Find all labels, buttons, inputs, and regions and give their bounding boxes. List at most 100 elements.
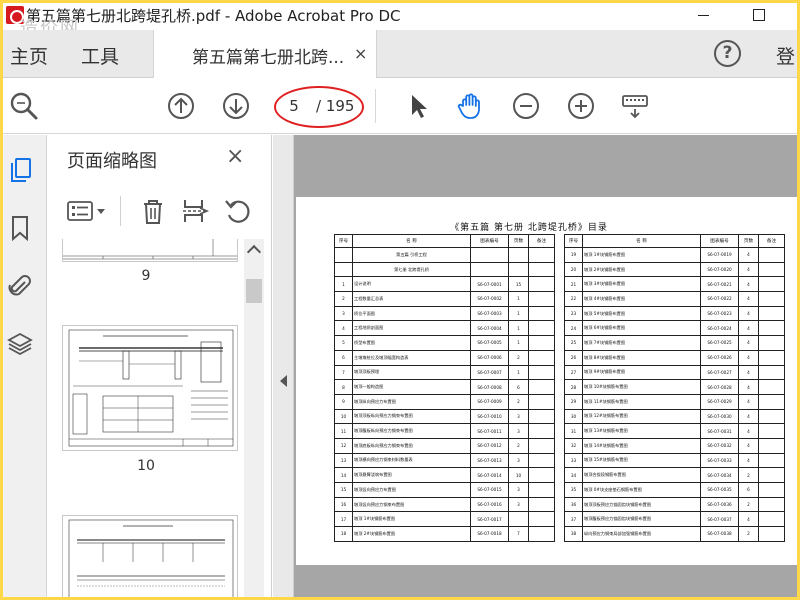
table-row: 31 墩顶 13#块钢筋布置图 S6-07-0031 4 (564, 423, 785, 439)
table-row: 33 墩顶 15#块钢筋布置图 S6-07-0033 4 (564, 452, 785, 469)
table-cell: S6-07-0004 (470, 320, 509, 337)
table-cell: 墩顶竖向预应力布置图 (352, 482, 471, 498)
table-cell (758, 305, 785, 322)
table-cell: S6-07-0010 (470, 408, 509, 425)
page-thumbnails-panel: 页面缩略图 × 9 10 (48, 135, 272, 600)
table-cell: 工程数量汇总表 (352, 291, 471, 307)
table-cell: 1 (508, 320, 529, 337)
table-cell (528, 379, 555, 395)
table-row: 34 墩顶合拢段钢筋布置图 S6-07-0034 2 (564, 467, 785, 483)
table-row: 37 墩顶腹板预应力锚固齿块钢筋布置图 S6-07-0037 4 (564, 511, 785, 528)
panel-collapse-strip[interactable] (273, 135, 294, 600)
table-cell (758, 423, 785, 439)
tools-menu[interactable]: 工具 (81, 42, 119, 69)
column-header: 名 称 (352, 234, 471, 248)
table-cell (528, 437, 555, 454)
delete-page-icon[interactable] (138, 196, 168, 226)
table-row: 13 墩顶横向预应力钢束材料数量表 S6-07-0013 3 (334, 452, 555, 469)
column-header: 序号 (564, 234, 583, 248)
minimize-button[interactable] (688, 4, 718, 26)
table-cell: 32 (564, 437, 583, 454)
table-cell: S6-07-0017 (470, 511, 509, 528)
zoom-search-icon[interactable] (9, 91, 39, 121)
table-row: 8 墩顶一般构造图 S6-07-0008 6 (334, 379, 555, 395)
layers-icon[interactable] (7, 331, 33, 357)
table-cell: 墩顶腹板纵向预应力钢束布置图 (352, 423, 471, 439)
table-cell (758, 320, 785, 337)
table-cell (334, 247, 353, 263)
table-cell: 墩顶 11#块钢筋布置图 (582, 393, 701, 410)
table-cell: 28 (564, 379, 583, 395)
table-cell: 2 (738, 467, 759, 483)
table-row: 19 墩顶 1#块钢筋布置图 S6-07-0019 4 (564, 247, 785, 263)
table-header-row: 序号名 称图表编号 页数 备注 (334, 234, 555, 248)
table-cell: S6-07-0006 (470, 349, 509, 366)
thumbnail-options-icon[interactable] (66, 196, 110, 226)
table-row: 16 墩顶竖向预应力钢束布置图 S6-07-0016 3 (334, 496, 555, 513)
table-cell (528, 467, 555, 483)
table-cell: 墩顶 13#块钢筋布置图 (582, 423, 701, 439)
table-cell: 墩顶顶板预埋 (352, 364, 471, 381)
table-cell: 21 (564, 276, 583, 293)
table-cell: S6-07-0003 (470, 305, 509, 322)
scroll-up-icon[interactable] (246, 244, 262, 260)
zoom-out-icon[interactable] (511, 91, 541, 121)
table-cell: 4 (738, 437, 759, 454)
table-cell: S6-07-0036 (700, 496, 739, 513)
page-thumbnails-icon[interactable] (7, 157, 33, 183)
thumbnail-drawing (63, 239, 237, 260)
document-tab[interactable]: 第五篇第七册北跨... × (153, 30, 377, 78)
thumbnail-drawing (68, 519, 234, 600)
table-cell (528, 496, 555, 513)
thumbnail-page-10[interactable] (62, 325, 238, 451)
select-cursor-icon[interactable] (403, 91, 433, 121)
table-cell: S6-07-0025 (700, 335, 739, 351)
table-cell: 4 (738, 408, 759, 425)
sign-in-link[interactable]: 登 (776, 42, 795, 69)
table-cell: S6-07-0032 (700, 437, 739, 454)
collapse-arrow-icon[interactable] (280, 375, 287, 387)
thumbnail-drawing (68, 329, 234, 447)
scrollbar-thumb[interactable] (246, 279, 262, 303)
table-cell: S6-07-0013 (470, 452, 509, 469)
table-cell: 33 (564, 452, 583, 469)
help-icon[interactable]: ? (714, 40, 741, 67)
hand-tool-icon[interactable] (456, 91, 486, 121)
table-cell: S6-07-0014 (470, 467, 509, 483)
close-panel-icon[interactable]: × (226, 144, 244, 169)
thumbnail-page-9[interactable] (62, 239, 238, 262)
attachment-icon[interactable] (7, 273, 33, 299)
thumbnail-page-number: 10 (137, 458, 155, 474)
maximize-button[interactable] (744, 4, 774, 26)
table-cell: 墩顶 6#块钢筋布置图 (582, 320, 701, 337)
table-cell (528, 320, 555, 337)
window-title: 第五篇第七册北跨堤孔桥.pdf - Adobe Acrobat Pro DC (26, 7, 401, 25)
table-row: 27 墩顶 9#块钢筋布置图 S6-07-0027 4 (564, 364, 785, 381)
extract-page-icon[interactable] (180, 196, 210, 226)
bookmark-icon[interactable] (7, 215, 33, 241)
table-cell (758, 496, 785, 513)
home-menu[interactable]: 主页 (10, 42, 48, 69)
table-cell (528, 291, 555, 307)
thumbnail-scrollbar[interactable] (244, 239, 264, 600)
table-cell: S6-07-0021 (700, 276, 739, 293)
close-tab-icon[interactable]: × (354, 44, 367, 63)
table-row: 23 墩顶 5#块钢筋布置图 S6-07-0023 4 (564, 305, 785, 322)
table-cell: 主墩墩桩位及墩顶幅宽构造表 (352, 349, 471, 366)
table-cell: 7 (508, 526, 529, 542)
table-cell: 1 (508, 305, 529, 322)
table-cell: 3 (508, 482, 529, 498)
previous-page-icon[interactable] (166, 91, 196, 121)
table-cell: S6-07-0002 (470, 291, 509, 307)
title-bar: 第五篇第七册北跨堤孔桥.pdf - Adobe Acrobat Pro DC 造… (0, 0, 800, 39)
rotate-page-icon[interactable] (223, 196, 253, 226)
table-cell: 6 (508, 379, 529, 395)
zoom-in-icon[interactable] (566, 91, 596, 121)
keyboard-input-icon[interactable] (620, 91, 650, 121)
thumbnail-page-11[interactable] (62, 515, 238, 600)
table-cell: 墩顶 1#块钢筋布置图 (352, 511, 471, 528)
table-row: 第七册 北跨堤孔桥 (334, 261, 555, 278)
next-page-icon[interactable] (221, 91, 251, 121)
table-cell: S6-07-0019 (700, 247, 739, 263)
table-cell: 27 (564, 364, 583, 381)
